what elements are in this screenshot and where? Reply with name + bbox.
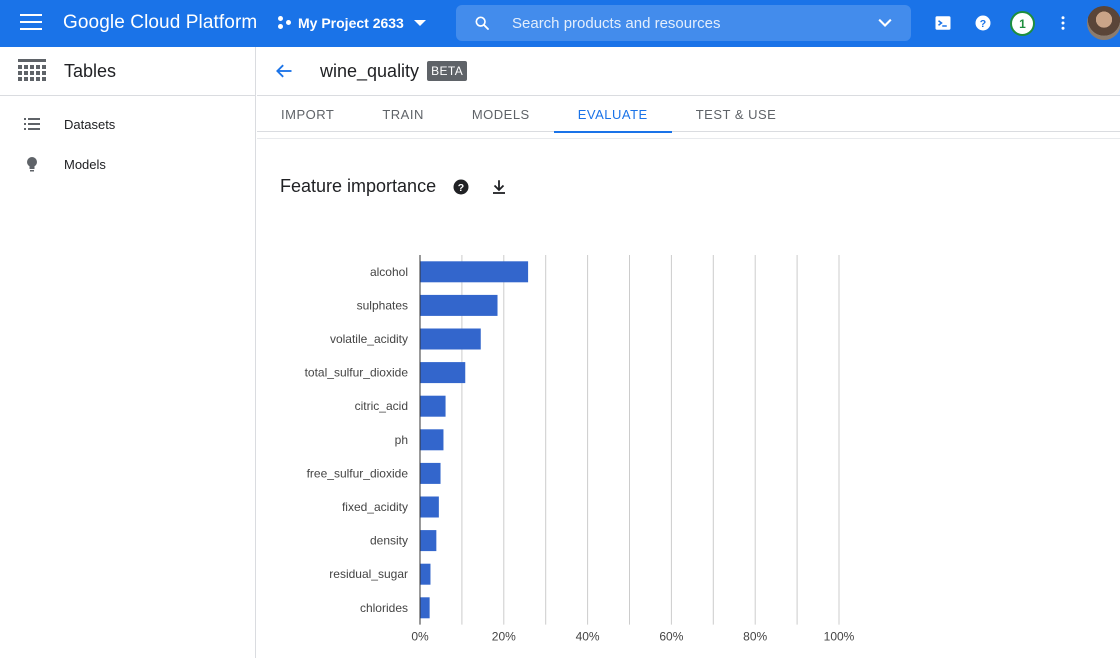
search-icon (475, 16, 489, 30)
x-tick-label: 100% (824, 630, 855, 644)
search-input[interactable] (512, 14, 875, 32)
category-label: sulphates (357, 298, 408, 312)
bar (420, 496, 439, 518)
back-arrow-icon[interactable] (274, 61, 294, 81)
tab-models[interactable]: MODELS (448, 96, 554, 132)
main-menu-icon[interactable] (20, 14, 42, 32)
svg-text:?: ? (458, 181, 464, 193)
lightbulb-icon (24, 156, 40, 172)
tab-evaluate[interactable]: EVALUATE (553, 96, 672, 133)
tab-bar: IMPORT TRAIN MODELS EVALUATE TEST & USE (257, 96, 1120, 133)
bar (420, 395, 446, 417)
help-icon[interactable]: ? (972, 12, 994, 34)
project-dots-icon (278, 16, 292, 30)
feature-importance-chart: alcohol sulphates volatile_acidity total_su… (257, 240, 1120, 658)
category-label: alcohol (370, 265, 408, 279)
page-header: wine_quality BETA (257, 47, 1120, 96)
bar-chart: alcohol sulphates volatile_acidity total_su… (305, 255, 855, 644)
x-tick-label: 0% (411, 630, 429, 644)
bar (420, 530, 437, 552)
more-options-icon[interactable] (1052, 12, 1074, 34)
bar (420, 294, 498, 316)
list-icon (24, 116, 40, 132)
sidebar-item-models[interactable]: Models (0, 144, 255, 184)
help-icon[interactable]: ? (452, 178, 470, 196)
category-label: fixed_acidity (342, 500, 408, 514)
sidebar-item-label: Datasets (64, 116, 116, 132)
chevron-down-icon (413, 20, 426, 26)
bar (420, 429, 444, 451)
sidebar-header: Tables (0, 47, 255, 96)
x-tick-label: 40% (576, 630, 600, 644)
category-label: total_sulfur_dioxide (305, 366, 409, 380)
search-bar[interactable] (456, 5, 911, 41)
top-app-bar: Google Cloud Platform My Project 2633 ? … (0, 0, 1120, 47)
section-title: Feature importance (280, 176, 437, 196)
download-icon[interactable] (490, 178, 508, 196)
tab-import[interactable]: IMPORT (257, 96, 358, 132)
sidebar-item-datasets[interactable]: Datasets (0, 104, 255, 144)
x-tick-label: 60% (659, 630, 683, 644)
category-label: residual_sugar (329, 567, 408, 581)
category-label: density (370, 534, 408, 548)
search-expand-icon[interactable] (875, 13, 895, 33)
bar (420, 328, 481, 350)
project-selector[interactable]: My Project 2633 (278, 8, 426, 38)
cloud-shell-icon[interactable] (932, 12, 954, 34)
x-tick-label: 80% (743, 630, 767, 644)
category-label: ph (395, 433, 408, 447)
category-label: volatile_acidity (330, 332, 408, 346)
svg-text:?: ? (980, 18, 986, 30)
x-tick-label: 20% (492, 630, 516, 644)
bar (420, 362, 466, 384)
bar (420, 597, 430, 619)
bar (420, 462, 441, 484)
feature-importance-header: Feature importance ? (280, 176, 508, 197)
page-title: wine_quality (320, 60, 420, 81)
category-label: chlorides (360, 601, 408, 615)
beta-badge: BETA (427, 61, 468, 81)
sidebar: Tables Datasets Models (0, 47, 256, 658)
avatar[interactable] (1087, 6, 1120, 40)
bar (420, 563, 431, 585)
sidebar-title: Tables (64, 60, 117, 81)
project-name: My Project 2633 (298, 15, 404, 31)
section-divider (257, 138, 1120, 139)
tab-train[interactable]: TRAIN (358, 96, 448, 132)
brand-title[interactable]: Google Cloud Platform (63, 12, 257, 34)
tables-icon (18, 59, 46, 81)
notification-badge[interactable]: 1 (1010, 11, 1035, 36)
bar (420, 261, 529, 283)
category-label: free_sulfur_dioxide (307, 466, 409, 480)
tab-test-and-use[interactable]: TEST & USE (672, 96, 801, 132)
category-label: citric_acid (355, 399, 408, 413)
sidebar-item-label: Models (64, 156, 106, 172)
